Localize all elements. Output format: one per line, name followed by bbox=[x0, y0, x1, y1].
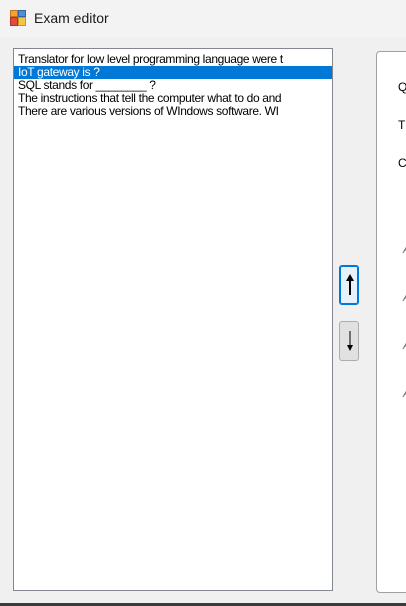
window-title: Exam editor bbox=[34, 10, 109, 26]
exam-editor-window: Exam editor Translator for low level pro… bbox=[0, 0, 406, 606]
detail-label-question: Q bbox=[398, 80, 406, 94]
list-item[interactable]: Translator for low level programming lan… bbox=[14, 53, 332, 66]
question-listbox[interactable]: Translator for low level programming lan… bbox=[13, 48, 333, 591]
client-area: Translator for low level programming lan… bbox=[0, 37, 406, 606]
list-item[interactable]: There are various versions of WIndows so… bbox=[14, 105, 332, 118]
move-down-button[interactable] bbox=[339, 321, 359, 361]
list-item[interactable]: SQL stands for ________ ? bbox=[14, 79, 332, 92]
detail-label-type: T bbox=[398, 118, 406, 132]
list-item[interactable]: The instructions that tell the computer … bbox=[14, 92, 332, 105]
question-details-panel: Q T C A A A A bbox=[376, 51, 406, 593]
detail-label-category: C bbox=[398, 156, 406, 170]
move-up-button[interactable] bbox=[339, 265, 359, 305]
list-item[interactable]: IoT gateway is ? bbox=[14, 66, 332, 79]
title-bar[interactable]: Exam editor bbox=[0, 0, 406, 37]
arrow-up-icon bbox=[346, 274, 354, 295]
app-form-icon bbox=[10, 10, 26, 26]
arrow-down-icon bbox=[347, 331, 353, 351]
